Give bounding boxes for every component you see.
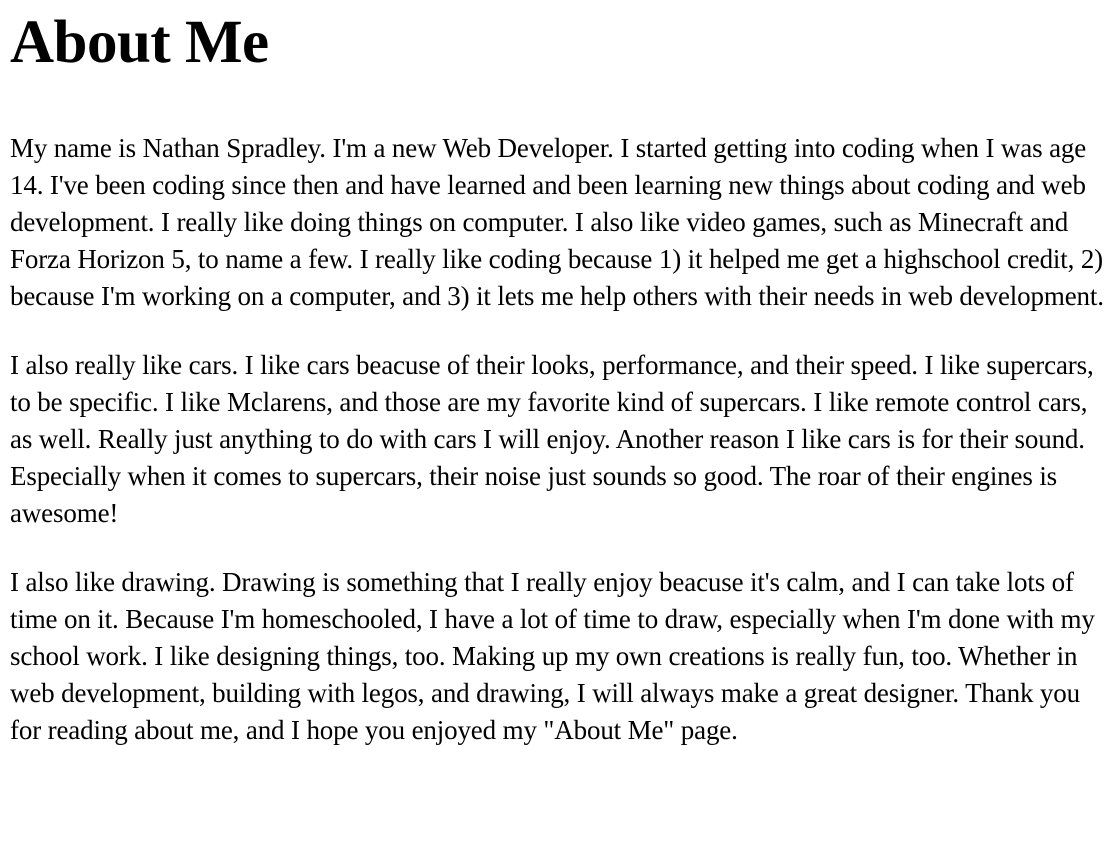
paragraph-intro: My name is Nathan Spradley. I'm a new We… (10, 133, 1104, 311)
page-title: About Me (10, 9, 269, 76)
about-me-page: About Me My name is Nathan Spradley. I'm… (0, 0, 1118, 868)
paragraph-drawing: I also like drawing. Drawing is somethin… (10, 567, 1095, 745)
paragraph-cars: I also really like cars. I like cars bea… (10, 350, 1094, 528)
